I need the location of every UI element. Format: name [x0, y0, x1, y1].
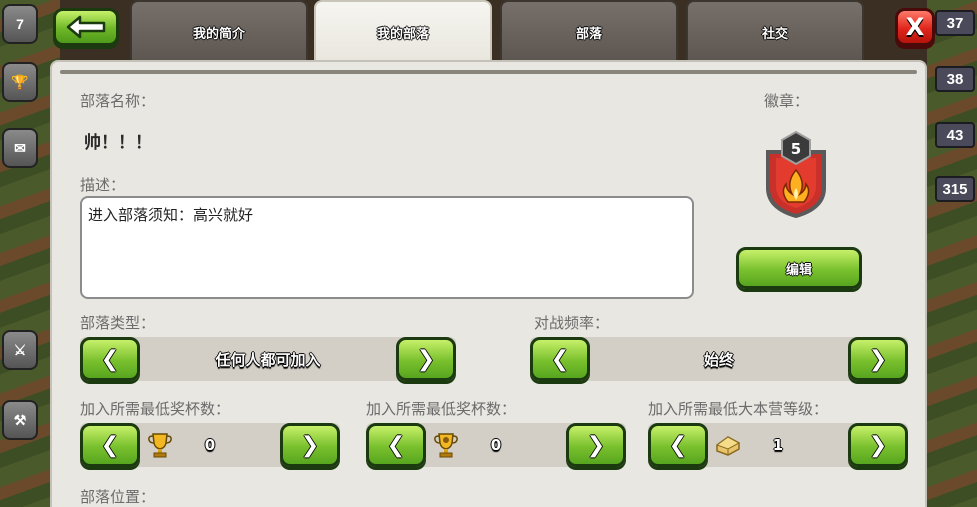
min-townhall-label: 加入所需最低大本营等级： — [648, 400, 829, 418]
min-trophies-value: 0 — [204, 436, 216, 454]
min-townhall-selector: ❮ 1 ❯ — [648, 423, 908, 467]
chevron-left-icon: ❮ — [386, 432, 406, 458]
chevron-left-icon: ❮ — [668, 432, 688, 458]
clan-settings-panel: 部落名称： 帅！！！ 徽章： 5 描述： 进入部落须知：高兴就好 编辑 部落类型… — [50, 60, 927, 507]
clan-type-value: 任何人都可加入 — [215, 350, 321, 369]
clan-type-next-button[interactable]: ❯ — [396, 337, 456, 381]
tab-social[interactable]: 社交 — [686, 0, 864, 62]
min-builder-trophies-label: 加入所需最低奖杯数： — [366, 400, 517, 418]
min-townhall-value: 1 — [772, 436, 784, 454]
clan-name-label: 部落名称： — [80, 92, 156, 110]
top-tab-bar: 我的简介 我的部落 部落 社交 X — [40, 0, 937, 62]
clan-type-selector: ❮ 任何人都可加入 ❯ — [80, 337, 456, 381]
resource-badge: 315 — [935, 176, 975, 202]
side-tile-mail[interactable]: ✉ — [2, 128, 38, 168]
side-tile-battle[interactable]: ⚔ — [2, 330, 38, 370]
min-trophies-selector: ❮ 0 ❯ — [80, 423, 340, 467]
min-builder-trophies-next-button[interactable]: ❯ — [566, 423, 626, 467]
war-frequency-label: 对战频率： — [534, 314, 610, 332]
chevron-right-icon: ❯ — [416, 346, 436, 372]
close-icon: X — [905, 13, 925, 41]
min-trophies-next-button[interactable]: ❯ — [280, 423, 340, 467]
edit-button[interactable]: 编辑 — [736, 247, 862, 289]
resource-badge: 37 — [935, 10, 975, 36]
min-builder-trophies-prev-button[interactable]: ❮ — [366, 423, 426, 467]
clan-name-value: 帅！！！ — [84, 133, 152, 153]
resource-badge: 43 — [935, 122, 975, 148]
min-townhall-next-button[interactable]: ❯ — [848, 423, 908, 467]
close-button[interactable]: X — [895, 8, 935, 46]
description-text: 进入部落须知：高兴就好 — [88, 206, 254, 224]
war-frequency-prev-button[interactable]: ❮ — [530, 337, 590, 381]
game-background-right: 37 38 43 315 — [927, 0, 977, 507]
min-builder-trophies-value: 0 — [490, 436, 502, 454]
chevron-right-icon: ❯ — [868, 432, 888, 458]
side-tile-trophy[interactable]: 🏆 — [2, 62, 38, 102]
clan-type-label: 部落类型： — [80, 314, 156, 332]
war-frequency-next-button[interactable]: ❯ — [848, 337, 908, 381]
min-trophies-label: 加入所需最低奖杯数： — [80, 400, 231, 418]
war-frequency-selector: ❮ 始终 ❯ — [530, 337, 908, 381]
tab-my-clan[interactable]: 我的部落 — [314, 0, 492, 62]
back-button[interactable] — [53, 8, 119, 46]
chevron-left-icon: ❮ — [550, 346, 570, 372]
min-townhall-prev-button[interactable]: ❮ — [648, 423, 708, 467]
tab-my-profile[interactable]: 我的简介 — [130, 0, 308, 62]
resource-badge: 38 — [935, 66, 975, 92]
clan-badge-icon[interactable]: 5 — [762, 130, 830, 218]
war-frequency-value: 始终 — [703, 350, 734, 369]
chevron-right-icon: ❯ — [868, 346, 888, 372]
min-builder-trophies-selector: ❮ 0 ❯ — [366, 423, 626, 467]
chevron-left-icon: ❮ — [100, 432, 120, 458]
side-tile-level: 7 — [2, 4, 38, 44]
arrow-left-icon — [66, 15, 106, 39]
description-input[interactable]: 进入部落须知：高兴就好 — [80, 196, 694, 299]
min-trophies-prev-button[interactable]: ❮ — [80, 423, 140, 467]
clan-type-prev-button[interactable]: ❮ — [80, 337, 140, 381]
clan-location-label: 部落位置： — [80, 488, 156, 506]
badge-level: 5 — [791, 140, 801, 158]
tab-clans[interactable]: 部落 — [500, 0, 678, 62]
chevron-left-icon: ❮ — [100, 346, 120, 372]
side-tile-hammer[interactable]: ⚒ — [2, 400, 38, 440]
badge-label: 徽章： — [764, 92, 810, 110]
description-label: 描述： — [80, 176, 126, 194]
chevron-right-icon: ❯ — [586, 432, 606, 458]
chevron-right-icon: ❯ — [300, 432, 320, 458]
